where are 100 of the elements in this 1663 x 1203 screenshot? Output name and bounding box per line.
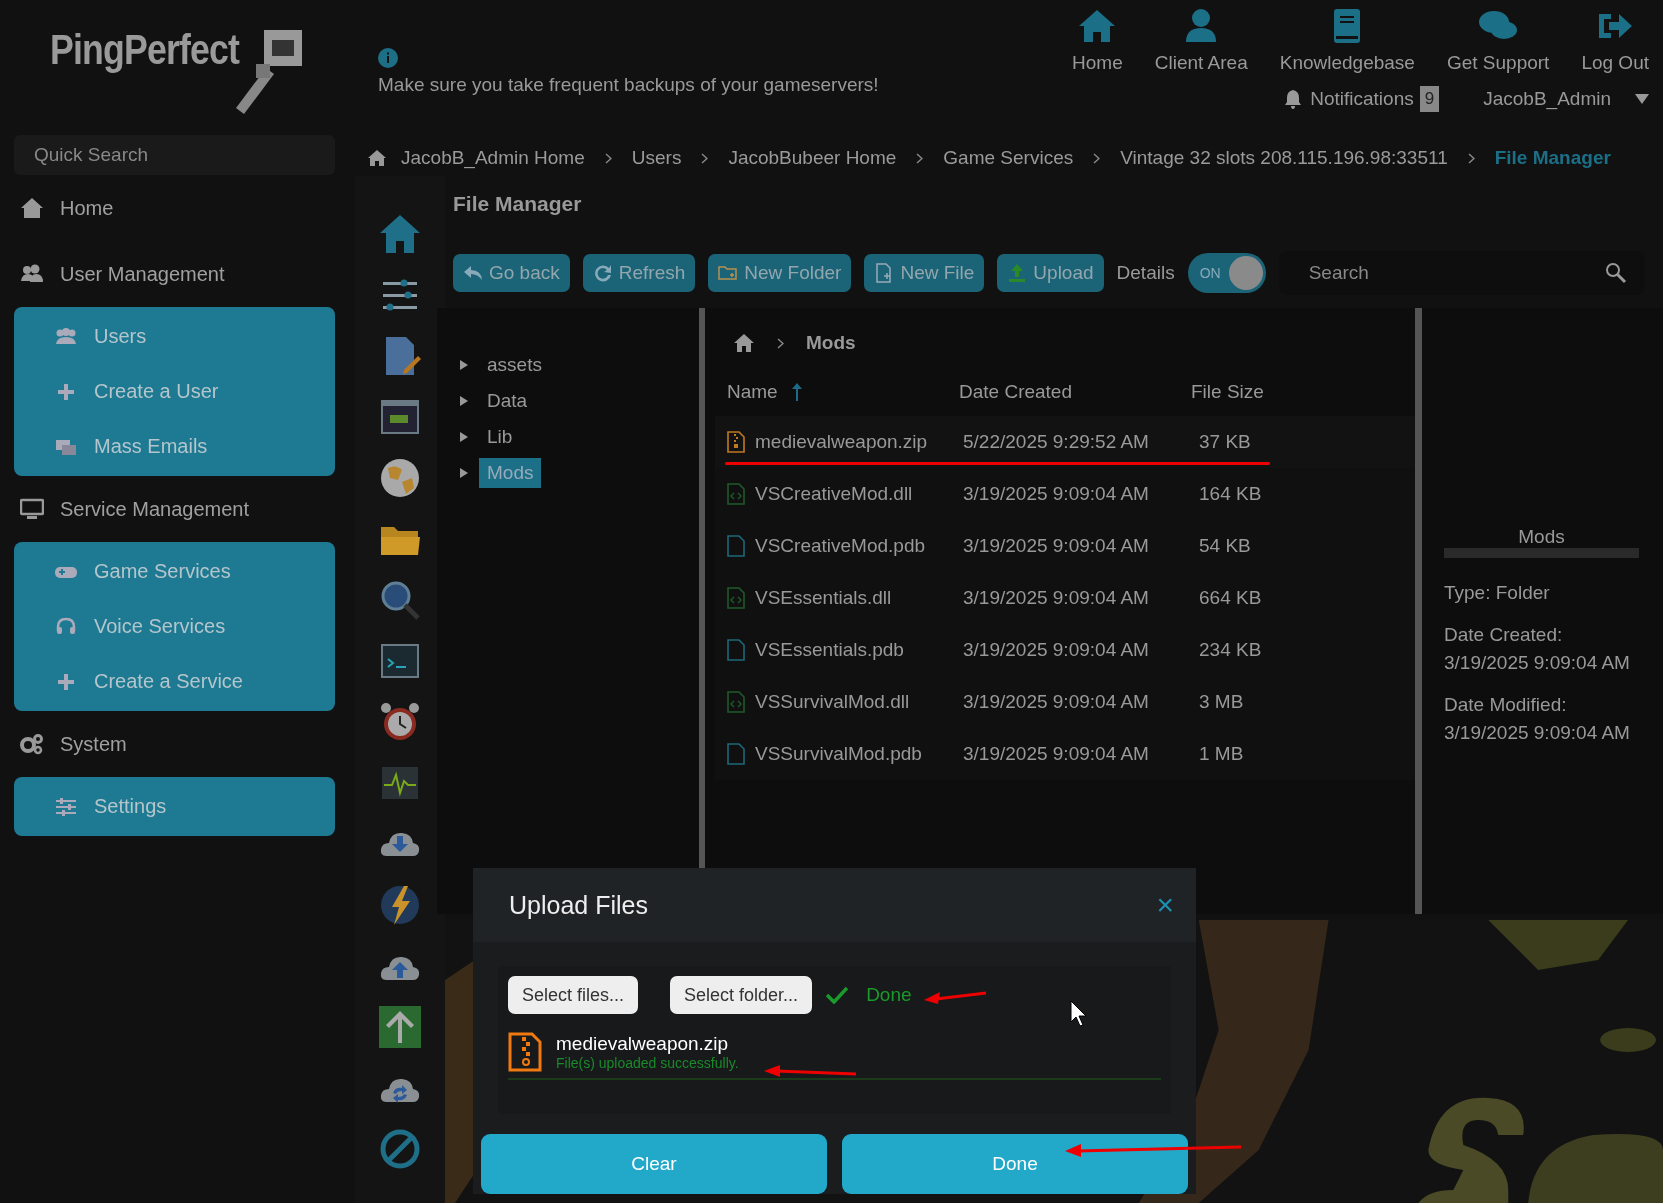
notifications-link[interactable]: Notifications bbox=[1284, 88, 1414, 110]
table-cell-text: 3 MB bbox=[1198, 691, 1245, 713]
close-button[interactable]: × bbox=[1150, 888, 1180, 922]
breadcrumb-link[interactable]: Game Services bbox=[943, 147, 1074, 169]
nav-link[interactable]: Get Support bbox=[1446, 8, 1550, 74]
bell-icon[interactable] bbox=[1284, 89, 1303, 109]
sliders-icon[interactable] bbox=[54, 796, 78, 817]
notice-text: Make sure you take frequent backups of your gameservers! bbox=[378, 74, 879, 96]
table-cell-text: 1 MB bbox=[1198, 743, 1245, 765]
scrollbar[interactable] bbox=[1415, 308, 1422, 914]
expand-arrow-icon[interactable] bbox=[459, 359, 469, 371]
expand-arrow-icon[interactable] bbox=[459, 431, 469, 443]
prohibited-icon[interactable] bbox=[378, 1127, 422, 1171]
expand-arrow-icon[interactable] bbox=[459, 395, 469, 407]
nav-link[interactable]: Client Area bbox=[1154, 8, 1248, 74]
annotation-arrow bbox=[922, 990, 988, 1006]
chevron-icon bbox=[701, 152, 709, 164]
table-cell-text: 3/19/2025 9:09:04 AM bbox=[962, 587, 1150, 609]
uploaded-file-name: medievalweapon.zip bbox=[556, 1033, 730, 1055]
file-icon bbox=[727, 743, 745, 765]
globe-icon[interactable] bbox=[378, 456, 422, 500]
nav-link[interactable]: Log Out bbox=[1581, 8, 1649, 74]
logo-text: PingPerfect bbox=[50, 26, 240, 74]
caret-icon[interactable] bbox=[1635, 94, 1649, 104]
chevron-icon bbox=[916, 152, 924, 164]
upload-status: Done bbox=[866, 984, 912, 1006]
sort-arrow-icon[interactable] bbox=[791, 383, 802, 401]
home-icon[interactable] bbox=[733, 333, 755, 353]
file-icon bbox=[727, 639, 745, 661]
notification-count: 9 bbox=[1419, 86, 1440, 112]
file-icon bbox=[727, 691, 745, 713]
tree-item[interactable]: Data bbox=[459, 386, 699, 416]
details-title: Mods bbox=[1517, 526, 1566, 548]
checkmark-icon bbox=[826, 986, 849, 1004]
refresh-icon[interactable] bbox=[592, 263, 613, 283]
quick-search-field[interactable]: Quick Search bbox=[14, 135, 335, 175]
nav-link[interactable]: Home bbox=[1072, 8, 1123, 74]
file-icon bbox=[727, 587, 745, 609]
chevron-icon bbox=[777, 337, 784, 349]
zip-file-icon bbox=[508, 1032, 542, 1072]
dialog-title: Upload Files bbox=[509, 890, 648, 920]
file-name[interactable]: VSSurvivalMod.dll bbox=[755, 691, 910, 713]
breadcrumb-link[interactable]: JacobBubeer Home bbox=[728, 147, 897, 169]
file-name[interactable]: VSEssentials.pdb bbox=[755, 639, 904, 661]
nav-link[interactable]: Knowledgebase bbox=[1279, 8, 1415, 74]
search-field[interactable]: Search bbox=[1306, 261, 1605, 285]
detail-label: Type: Folder bbox=[1444, 582, 1551, 604]
table-cell-text: 3/19/2025 9:09:04 AM bbox=[962, 639, 1150, 661]
chevron-icon bbox=[1467, 152, 1475, 164]
search-icon[interactable] bbox=[1605, 262, 1627, 284]
user-menu[interactable]: JacobB_Admin bbox=[1483, 88, 1649, 110]
file-icon bbox=[727, 535, 745, 557]
chevron-icon bbox=[1093, 152, 1101, 164]
sidebar-section[interactable]: Service Management bbox=[14, 476, 335, 542]
info-icon bbox=[378, 48, 398, 68]
select-button[interactable]: Select folder... bbox=[670, 976, 813, 1014]
table-cell-text: 164 KB bbox=[1198, 483, 1263, 505]
page-title: File Manager bbox=[453, 192, 583, 217]
column-header[interactable]: Name bbox=[715, 372, 959, 412]
breadcrumb-link[interactable]: Vintage 32 slots 208.115.196.98:33511 bbox=[1120, 147, 1448, 169]
expand-arrow-icon[interactable] bbox=[459, 467, 469, 479]
tree-item[interactable]: assets bbox=[459, 350, 699, 380]
table-cell-text: 3/19/2025 9:09:04 AM bbox=[962, 535, 1150, 557]
current-folder: Mods bbox=[806, 332, 856, 354]
table-cell-text: 5/22/2025 9:29:52 AM bbox=[962, 431, 1150, 453]
table-cell-text: 234 KB bbox=[1198, 639, 1263, 661]
arrow-up-icon[interactable] bbox=[378, 1005, 422, 1049]
file-name[interactable]: VSSurvivalMod.pdb bbox=[755, 743, 922, 765]
file-name[interactable]: medievalweapon.zip bbox=[755, 431, 928, 453]
home-icon[interactable] bbox=[367, 149, 387, 167]
table-cell-text: 3/19/2025 9:09:04 AM bbox=[962, 483, 1150, 505]
home-icon[interactable] bbox=[378, 212, 422, 256]
column-header[interactable]: Date Created bbox=[959, 372, 1191, 412]
file-name[interactable]: VSCreativeMod.pdb bbox=[755, 535, 926, 557]
sidebar-section[interactable]: Home bbox=[14, 175, 335, 241]
home-icon[interactable] bbox=[20, 197, 44, 219]
users-icon[interactable] bbox=[20, 263, 44, 285]
detail-value: 3/19/2025 9:09:04 AM bbox=[1444, 722, 1631, 744]
file-name[interactable]: VSCreativeMod.dll bbox=[755, 483, 913, 505]
table-cell-text: 664 KB bbox=[1198, 587, 1263, 609]
table-cell-text: 3/19/2025 9:09:04 AM bbox=[962, 743, 1150, 765]
sidebar-section[interactable]: System bbox=[14, 711, 335, 777]
file-icon bbox=[727, 483, 745, 505]
file-icon bbox=[727, 431, 745, 453]
breadcrumb-link[interactable]: Users bbox=[631, 147, 682, 169]
column-header[interactable]: File Size bbox=[1191, 372, 1301, 412]
select-button[interactable]: Select files... bbox=[508, 976, 639, 1014]
chevron-icon bbox=[604, 152, 612, 164]
sidebar-section[interactable]: User Management bbox=[14, 241, 335, 307]
detail-value: 3/19/2025 9:09:04 AM bbox=[1444, 652, 1631, 674]
table-cell-text: 54 KB bbox=[1198, 535, 1252, 557]
table-cell-text: 3/19/2025 9:09:04 AM bbox=[962, 691, 1150, 713]
gears-icon[interactable] bbox=[20, 733, 44, 755]
tree-item[interactable]: Lib bbox=[459, 422, 699, 452]
breadcrumb-link[interactable]: JacobB_Admin Home bbox=[401, 147, 585, 169]
monitor-icon[interactable] bbox=[20, 498, 44, 520]
detail-label: Date Modified: bbox=[1444, 694, 1568, 716]
upload-message: File(s) uploaded successfully. bbox=[556, 1055, 739, 1071]
file-name[interactable]: VSEssentials.dll bbox=[755, 587, 892, 609]
lightning-icon[interactable] bbox=[378, 883, 422, 927]
